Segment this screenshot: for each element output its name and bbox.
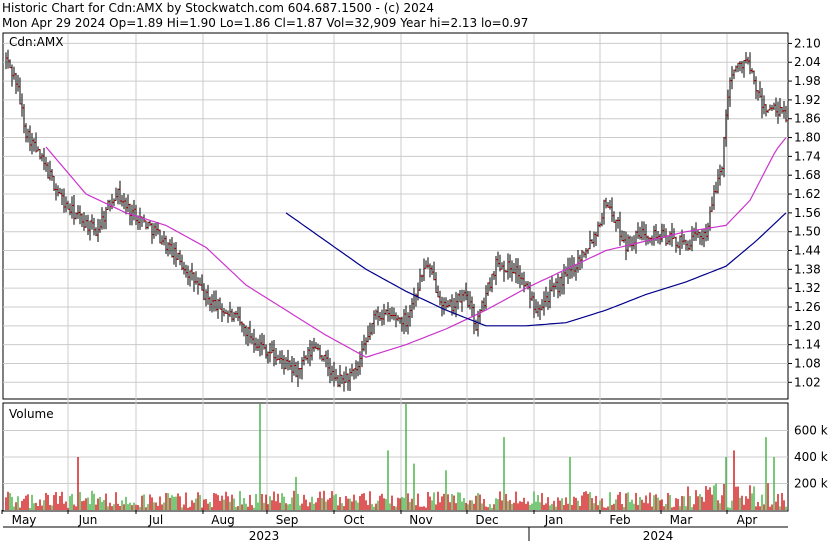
month-label: May: [12, 513, 37, 527]
price-tick-label: 1.50: [794, 225, 821, 239]
month-label: Aug: [211, 513, 234, 527]
price-tick-label: 1.08: [794, 356, 821, 370]
volume-gridlines: [3, 430, 788, 484]
month-label: Nov: [409, 513, 432, 527]
price-panel-frame: [2, 32, 789, 400]
month-label: Mar: [670, 513, 693, 527]
month-label: Jun: [78, 513, 98, 527]
year-label-2024: 2024: [643, 529, 674, 543]
price-tick-label: 1.14: [794, 338, 821, 352]
month-axis-labels: May Jun Jul Aug Sep Oct Nov Dec Jan Feb Mar Apr: [1, 510, 758, 527]
month-label: Feb: [609, 513, 630, 527]
price-tick-label: 1.80: [794, 131, 821, 145]
moving-average-short-line: [45, 137, 787, 358]
price-tick-label: 1.20: [794, 319, 821, 333]
chart-canvas: Cdn:AMX Volume 2.10 2.04 1.98 1.92 1.86 1.80 1…: [1, 32, 828, 543]
price-tick-label: 2.10: [794, 36, 821, 50]
year-label-2023: 2023: [249, 529, 280, 543]
price-axis-labels: 2.10 2.04 1.98 1.92 1.86 1.80 1.74 1.68 1.62 1.56…: [788, 36, 821, 389]
price-tick-label: 1.32: [794, 281, 821, 295]
price-bars: [5, 49, 788, 392]
price-gridlines: [3, 42, 788, 383]
price-tick-label: 1.44: [794, 244, 821, 258]
volume-tick-label: 400 k: [794, 450, 828, 464]
volume-axis-labels: 600 k 400 k 200 k: [794, 424, 828, 491]
month-label: Dec: [475, 513, 498, 527]
price-tick-label: 1.74: [794, 149, 821, 163]
price-tick-label: 1.86: [794, 112, 821, 126]
month-label: Jul: [148, 513, 163, 527]
volume-tick-label: 600 k: [794, 424, 828, 438]
month-label: Oct: [344, 513, 365, 527]
price-tick-label: 1.98: [794, 74, 821, 88]
price-tick-label: 2.04: [794, 55, 821, 69]
month-label: Jan: [544, 513, 564, 527]
price-tick-label: 1.38: [794, 262, 821, 276]
price-tick-label: 1.92: [794, 93, 821, 107]
stock-chart: Historic Chart for Cdn:AMX by Stockwatch…: [0, 0, 830, 543]
price-tick-label: 1.26: [794, 300, 821, 314]
volume-tick-label: 200 k: [794, 477, 828, 491]
price-tick-label: 1.68: [794, 168, 821, 182]
month-label: Apr: [737, 513, 758, 527]
price-tick-label: 1.02: [794, 375, 821, 389]
month-label: Sep: [276, 513, 299, 527]
month-gridlines: [67, 34, 728, 510]
price-tick-label: 1.56: [794, 206, 821, 220]
price-panel-label: Cdn:AMX: [9, 35, 63, 49]
price-tick-label: 1.62: [794, 187, 821, 201]
volume-panel-label: Volume: [9, 407, 54, 421]
